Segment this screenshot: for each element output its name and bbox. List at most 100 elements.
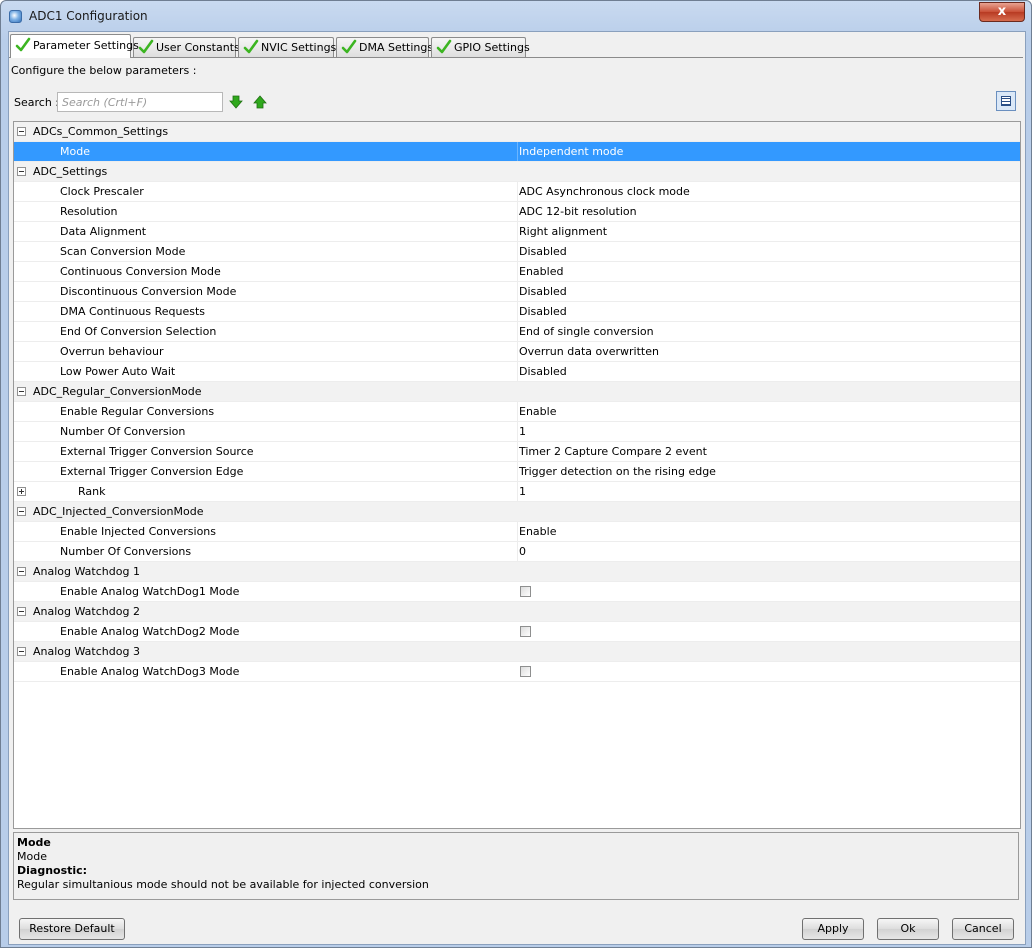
tab-gpio-settings[interactable]: GPIO Settings [431, 37, 530, 57]
param-row-continuous-conversion-mode[interactable]: Continuous Conversion Mode Enabled [14, 262, 1020, 282]
param-value-dropdown[interactable]: Disabled [517, 282, 1019, 301]
param-label: Resolution [60, 205, 118, 218]
tab-bar: Parameter Settings User Constants NVIC S… [9, 34, 1025, 58]
param-row-resolution[interactable]: Resolution ADC 12-bit resolution [14, 202, 1020, 222]
search-input[interactable] [57, 92, 223, 112]
restore-default-button[interactable]: Restore Default [19, 918, 125, 940]
param-value-dropdown[interactable]: Trigger detection on the rising edge [517, 462, 1019, 481]
param-value-dropdown[interactable]: ADC 12-bit resolution [517, 202, 1019, 221]
group-row-analog-watchdog-3[interactable]: Analog Watchdog 3 [14, 642, 1020, 662]
apply-button[interactable]: Apply [802, 918, 864, 940]
param-row-dma-continuous-requests[interactable]: DMA Continuous Requests Disabled [14, 302, 1020, 322]
group-label: ADC_Regular_ConversionMode [33, 385, 202, 398]
list-view-icon [1001, 96, 1011, 106]
close-button[interactable]: x [979, 2, 1025, 22]
tab-parameter-settings[interactable]: Parameter Settings [10, 34, 139, 58]
tab-user-constants[interactable]: User Constants [133, 37, 240, 57]
tree-collapse-icon[interactable] [17, 607, 26, 616]
watchdog3-checkbox[interactable] [520, 666, 531, 677]
watchdog2-checkbox[interactable] [520, 626, 531, 637]
param-value-dropdown[interactable]: Timer 2 Capture Compare 2 event [517, 442, 1019, 461]
param-row-rank[interactable]: Rank 1 [14, 482, 1020, 502]
param-label: Enable Analog WatchDog1 Mode [60, 585, 240, 598]
param-value-dropdown[interactable]: Independent mode [517, 142, 1019, 161]
group-row-adc-injected-conversionmode[interactable]: ADC_Injected_ConversionMode [14, 502, 1020, 522]
param-label: Enable Injected Conversions [60, 525, 217, 538]
param-row-discontinuous-conversion-mode[interactable]: Discontinuous Conversion Mode Disabled [14, 282, 1020, 302]
tree-collapse-icon[interactable] [17, 387, 26, 396]
description-text: Mode [17, 850, 47, 863]
tree-collapse-icon[interactable] [17, 567, 26, 576]
param-row-enable-regular-conversions[interactable]: Enable Regular Conversions Enable [14, 402, 1020, 422]
tab-nvic-settings[interactable]: NVIC Settings [238, 37, 337, 57]
param-value-dropdown[interactable]: Right alignment [517, 222, 1019, 241]
app-cube-icon [9, 10, 22, 23]
param-row-enable-watchdog2[interactable]: Enable Analog WatchDog2 Mode [14, 622, 1020, 642]
param-value-field[interactable]: 1 [517, 482, 1019, 501]
arrow-up-icon[interactable] [253, 95, 267, 109]
tab-label: DMA Settings [359, 41, 434, 54]
param-row-end-of-conversion-selection[interactable]: End Of Conversion Selection End of singl… [14, 322, 1020, 342]
param-value-field[interactable]: 1 [517, 422, 1019, 441]
group-row-adc-settings[interactable]: ADC_Settings [14, 162, 1020, 182]
group-row-analog-watchdog-2[interactable]: Analog Watchdog 2 [14, 602, 1020, 622]
param-label: Discontinuous Conversion Mode [60, 285, 237, 298]
param-label: Overrun behaviour [60, 345, 164, 358]
param-value-dropdown[interactable]: Enabled [517, 262, 1019, 281]
cancel-button[interactable]: Cancel [952, 918, 1014, 940]
param-row-overrun-behaviour[interactable]: Overrun behaviour Overrun data overwritt… [14, 342, 1020, 362]
tab-label: NVIC Settings [261, 41, 337, 54]
checkmark-icon [138, 39, 154, 54]
param-value-field[interactable]: 0 [517, 542, 1019, 561]
group-row-adc-regular-conversionmode[interactable]: ADC_Regular_ConversionMode [14, 382, 1020, 402]
ok-button[interactable]: Ok [877, 918, 939, 940]
param-value-dropdown[interactable]: End of single conversion [517, 322, 1019, 341]
param-value-dropdown[interactable]: Disabled [517, 302, 1019, 321]
tree-expand-icon[interactable] [17, 487, 26, 496]
group-label: ADC_Injected_ConversionMode [33, 505, 204, 518]
arrow-down-icon[interactable] [229, 95, 243, 109]
param-value-dropdown[interactable]: Disabled [517, 242, 1019, 261]
param-label: DMA Continuous Requests [60, 305, 206, 318]
title-bar[interactable]: ADC1 Configuration x [1, 1, 1031, 31]
tree-collapse-icon[interactable] [17, 507, 26, 516]
param-row-number-of-conversions[interactable]: Number Of Conversions 0 [14, 542, 1020, 562]
checkmark-icon [341, 39, 357, 54]
param-row-external-trigger-source[interactable]: External Trigger Conversion Source Timer… [14, 442, 1020, 462]
param-value-dropdown[interactable]: Enable [517, 522, 1019, 541]
param-row-scan-conversion-mode[interactable]: Scan Conversion Mode Disabled [14, 242, 1020, 262]
window-title: ADC1 Configuration [29, 9, 148, 23]
group-label: ADCs_Common_Settings [33, 125, 169, 138]
param-value-dropdown[interactable]: ADC Asynchronous clock mode [517, 182, 1019, 201]
param-row-enable-watchdog1[interactable]: Enable Analog WatchDog1 Mode [14, 582, 1020, 602]
param-row-enable-watchdog3[interactable]: Enable Analog WatchDog3 Mode [14, 662, 1020, 682]
list-view-toggle-button[interactable] [996, 91, 1016, 111]
param-value-dropdown[interactable]: Overrun data overwritten [517, 342, 1019, 361]
tree-collapse-icon[interactable] [17, 167, 26, 176]
group-row-analog-watchdog-1[interactable]: Analog Watchdog 1 [14, 562, 1020, 582]
param-row-number-of-conversion[interactable]: Number Of Conversion 1 [14, 422, 1020, 442]
param-value-dropdown[interactable]: Disabled [517, 362, 1019, 381]
param-row-mode[interactable]: Mode Independent mode [14, 142, 1020, 162]
parameter-settings-panel: Configure the below parameters : Search … [9, 57, 1023, 944]
checkmark-icon [243, 39, 259, 54]
param-row-external-trigger-edge[interactable]: External Trigger Conversion Edge Trigger… [14, 462, 1020, 482]
param-label: End Of Conversion Selection [60, 325, 217, 338]
param-row-data-alignment[interactable]: Data Alignment Right alignment [14, 222, 1020, 242]
tab-dma-settings[interactable]: DMA Settings [336, 37, 433, 57]
watchdog1-checkbox[interactable] [520, 586, 531, 597]
tree-collapse-icon[interactable] [17, 127, 26, 136]
param-row-low-power-auto-wait[interactable]: Low Power Auto Wait Disabled [14, 362, 1020, 382]
tree-collapse-icon[interactable] [17, 647, 26, 656]
instruction-label: Configure the below parameters : [11, 64, 197, 77]
param-row-clock-prescaler[interactable]: Clock Prescaler ADC Asynchronous clock m… [14, 182, 1020, 202]
param-row-enable-injected-conversions[interactable]: Enable Injected Conversions Enable [14, 522, 1020, 542]
search-label: Search : [14, 96, 59, 109]
param-value-dropdown[interactable]: Enable [517, 402, 1019, 421]
param-label: Enable Analog WatchDog3 Mode [60, 665, 240, 678]
param-label: Low Power Auto Wait [60, 365, 176, 378]
group-row-adcs-common-settings[interactable]: ADCs_Common_Settings [14, 122, 1020, 142]
param-label: Rank [78, 485, 106, 498]
param-label: Enable Regular Conversions [60, 405, 215, 418]
group-label: Analog Watchdog 3 [33, 645, 140, 658]
